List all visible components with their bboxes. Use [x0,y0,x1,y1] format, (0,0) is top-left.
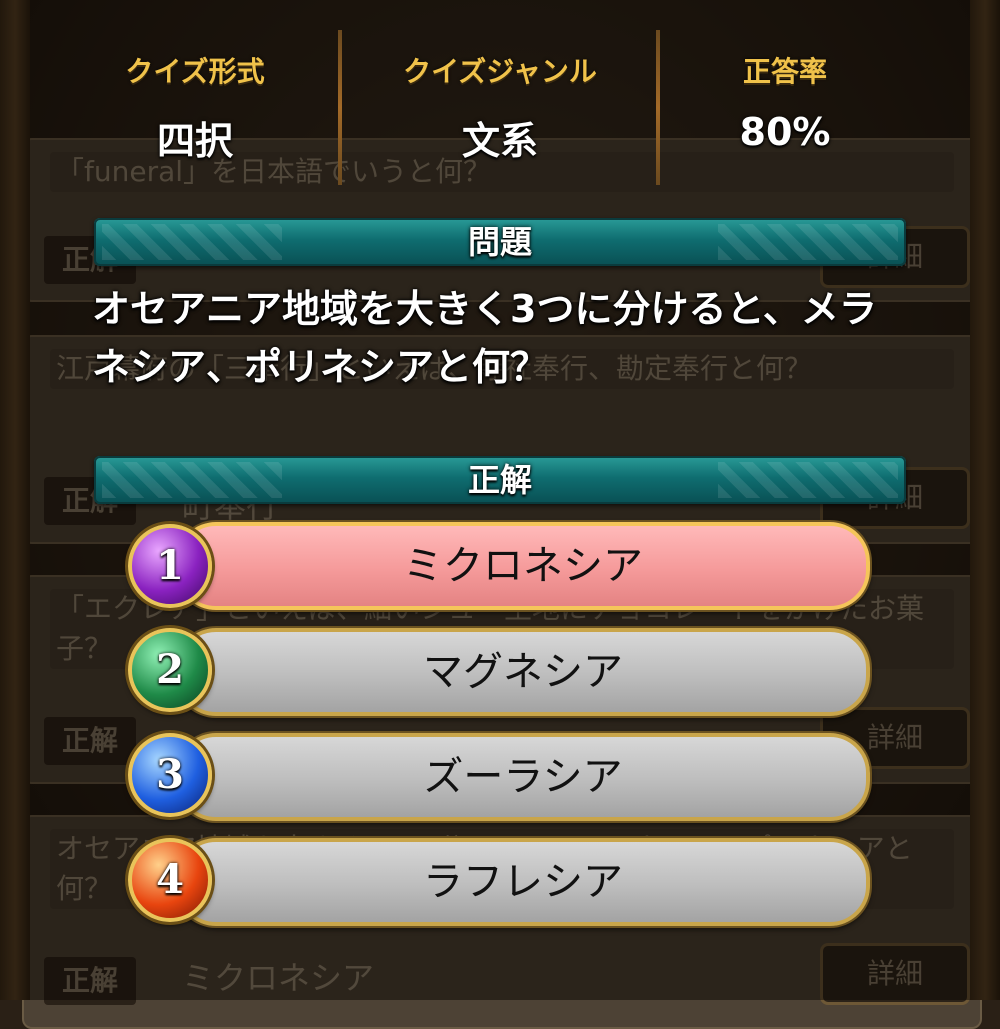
choice-label: マグネシア [423,649,623,695]
choice-button-1[interactable]: ミクロネシア [176,522,870,610]
choice-number-badge: 2 [128,628,212,712]
stat-format: クイズ形式 四択 [45,30,345,190]
choice-number-badge: 3 [128,733,212,817]
stat-rate-label: 正答率 [742,55,827,88]
choice-button-3[interactable]: ズーラシア [176,733,870,821]
choice-number-badge: 4 [128,838,212,922]
quiz-stats-header: クイズ形式 四択 クイズジャンル 文系 正答率 80% [30,30,970,190]
choice-button-4[interactable]: ラフレシア [176,838,870,926]
question-section-title: 問題 [467,223,532,261]
choice-label: ミクロネシア [403,543,643,589]
stat-format-label: クイズ形式 [125,55,265,88]
stat-rate-value: 80% [739,110,831,154]
stat-genre: クイズジャンル 文系 [350,30,650,190]
question-text: オセアニア地域を大きく3つに分けると、メラネシア、ポリネシアと何？ [92,287,877,389]
stat-rate: 正答率 80% [635,30,935,190]
stat-format-value: 四択 [156,119,233,163]
answer-section-bar: 正解 [94,456,906,504]
answer-section-title: 正解 [467,461,532,499]
choice-button-2[interactable]: マグネシア [176,628,870,716]
choice-label: ラフレシア [423,859,623,905]
choice-label: ズーラシア [423,754,623,800]
stat-genre-label: クイズジャンル [403,55,597,88]
question-section-bar: 問題 [94,218,906,266]
stat-genre-value: 文系 [461,119,538,163]
stat-divider [338,30,342,185]
choice-number-badge: 1 [128,524,212,608]
